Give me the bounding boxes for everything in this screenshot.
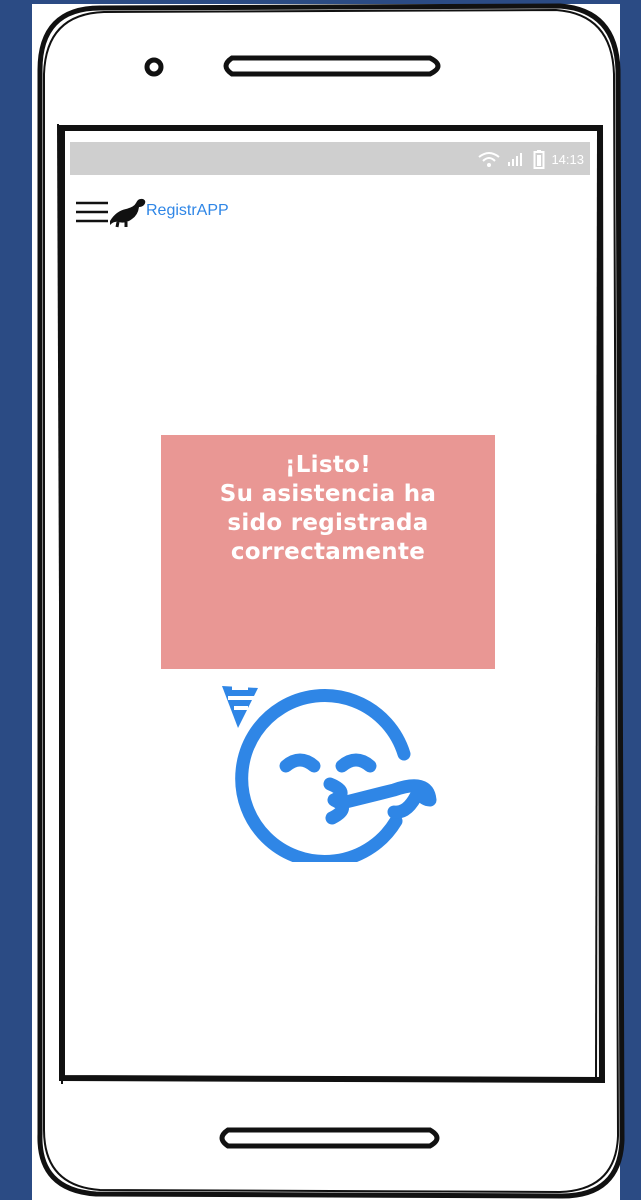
message-line: ¡Listo! [284, 452, 372, 478]
wireframe-canvas: 14:13 RegistrAPP ¡Listo! Su asistencia h… [0, 0, 641, 1200]
app-title: RegistrAPP [146, 202, 229, 219]
wifi-icon [478, 152, 501, 167]
message-line: Su asistencia ha [219, 481, 437, 507]
battery-icon [533, 150, 545, 169]
message-line: sido registrada [227, 510, 429, 536]
speaker-icon [223, 55, 441, 77]
signal-icon [508, 153, 523, 166]
camera-icon [144, 57, 164, 77]
status-bar: 14:13 [70, 142, 590, 175]
message-line: correctamente [230, 539, 426, 565]
home-bar-icon [219, 1127, 440, 1149]
menu-icon[interactable] [74, 194, 110, 230]
dinosaur-logo-icon [110, 198, 146, 228]
confirmation-message: ¡Listo! Su asistencia ha sido registrada… [161, 435, 495, 669]
status-icons: 14:13 [477, 148, 584, 170]
app-bar: RegistrAPP [74, 194, 229, 230]
party-face-icon [222, 686, 437, 862]
status-time: 14:13 [551, 151, 584, 167]
